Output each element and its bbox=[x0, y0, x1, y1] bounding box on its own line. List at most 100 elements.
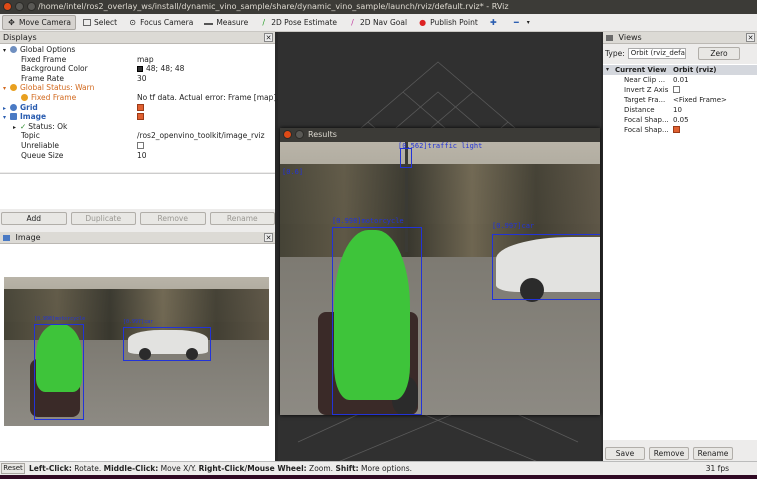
publish-point-tool[interactable]: ● Publish Point bbox=[414, 15, 482, 30]
view-prop-focal-shape-size[interactable]: Focal Shap... 0.05 bbox=[603, 115, 757, 125]
detection-box-car bbox=[492, 234, 600, 300]
select-tool[interactable]: Select bbox=[79, 15, 121, 30]
right-dock: Views ✕ Type: Orbit (rviz_defa Zero ▾ Cu… bbox=[603, 32, 757, 461]
tree-row-unreliable[interactable]: Unreliable bbox=[0, 141, 275, 151]
move-camera-tool[interactable]: ✥ Move Camera bbox=[2, 15, 76, 30]
current-view-row[interactable]: ▾ Current View Orbit (rviz) bbox=[603, 65, 757, 75]
view-prop-invert-z[interactable]: Invert Z Axis bbox=[603, 85, 757, 95]
nav-goal-tool[interactable]: / 2D Nav Goal bbox=[344, 15, 411, 30]
close-window-button[interactable] bbox=[283, 130, 292, 139]
ruler-icon bbox=[204, 20, 214, 25]
gear-icon bbox=[10, 46, 17, 53]
view-prop-distance[interactable]: Distance 10 bbox=[603, 105, 757, 115]
save-view-button[interactable]: Save bbox=[605, 447, 645, 460]
displays-buttons: Add Duplicate Remove Rename bbox=[0, 212, 275, 226]
unreliable-checkbox[interactable] bbox=[137, 142, 144, 149]
move-camera-icon: ✥ bbox=[8, 18, 15, 27]
focus-camera-icon: ⊙ bbox=[129, 18, 136, 27]
map-pin-icon: ● bbox=[419, 18, 427, 27]
minus-icon: ━ bbox=[513, 18, 519, 27]
tree-row-frame-rate[interactable]: Frame Rate 30 bbox=[0, 74, 275, 84]
close-window-button[interactable] bbox=[3, 2, 12, 11]
color-swatch[interactable] bbox=[137, 66, 143, 73]
close-icon[interactable]: ✕ bbox=[264, 233, 273, 242]
detection-box-motorcycle bbox=[332, 227, 422, 415]
measure-tool[interactable]: Measure bbox=[200, 15, 252, 30]
window-controls bbox=[283, 130, 304, 139]
rename-display-button[interactable]: Rename bbox=[209, 212, 275, 225]
maximize-window-button[interactable] bbox=[27, 2, 36, 11]
terminal-strip bbox=[0, 475, 757, 479]
detection-box-motorcycle bbox=[34, 324, 84, 420]
tree-row-fixed-frame-status[interactable]: Fixed Frame No tf data. Actual error: Fr… bbox=[0, 93, 283, 103]
tree-row-background-color[interactable]: Background Color 48; 48; 48 bbox=[0, 64, 275, 74]
image-enabled-checkbox[interactable] bbox=[137, 113, 144, 121]
displays-panel-title: Displays ✕ bbox=[0, 32, 275, 44]
tree-row-fixed-frame[interactable]: Fixed Frame map bbox=[0, 55, 275, 65]
invert-z-checkbox[interactable] bbox=[673, 86, 680, 93]
warning-icon bbox=[21, 94, 28, 101]
fps-readout: 31 fps bbox=[705, 464, 729, 473]
add-tool-button[interactable]: ✚ bbox=[485, 15, 505, 30]
tools-toolbar: ✥ Move Camera Select ⊙ Focus Camera Meas… bbox=[0, 14, 757, 32]
results-titlebar: Results bbox=[280, 128, 600, 142]
green-arrow-icon: / bbox=[262, 18, 266, 27]
focus-camera-tool[interactable]: ⊙ Focus Camera bbox=[124, 15, 197, 30]
select-icon bbox=[82, 19, 91, 26]
window-title: /home/intel/ros2_overlay_ws/install/dyna… bbox=[38, 2, 509, 11]
view-prop-target-frame[interactable]: Target Fra... <Fixed Frame> bbox=[603, 95, 757, 105]
camera-icon bbox=[606, 35, 613, 41]
add-display-button[interactable]: Add bbox=[1, 212, 67, 225]
rename-view-button[interactable]: Rename bbox=[693, 447, 733, 460]
view-prop-focal-shape-fixed[interactable]: Focal Shap... bbox=[603, 125, 757, 135]
tree-row-grid[interactable]: ▸ Grid bbox=[0, 103, 275, 113]
warning-icon bbox=[10, 84, 17, 92]
camera-frame-small: [0.998]motorcycle [0.997]car bbox=[4, 277, 269, 426]
remove-tool-button[interactable]: ━ ▾ bbox=[508, 15, 540, 30]
grid-enabled-checkbox[interactable] bbox=[137, 103, 144, 111]
tree-row-queue-size[interactable]: Queue Size 10 bbox=[0, 151, 275, 161]
window-controls bbox=[3, 2, 36, 11]
results-title: Results bbox=[308, 130, 337, 139]
minimize-window-button[interactable] bbox=[15, 2, 24, 11]
duplicate-display-button[interactable]: Duplicate bbox=[70, 212, 136, 225]
close-icon[interactable]: ✕ bbox=[746, 33, 755, 42]
chevron-down-icon: ▾ bbox=[526, 19, 530, 26]
status-bar: Reset Left-Click: Rotate. Middle-Click: … bbox=[0, 461, 757, 475]
plus-icon: ✚ bbox=[489, 18, 497, 27]
image-panel-title: Image ✕ bbox=[0, 232, 275, 244]
grid-icon bbox=[10, 103, 17, 111]
left-dock: Displays ✕ ▾ Global Options Fixed Frame m… bbox=[0, 32, 283, 461]
detection-label: [0.997]car bbox=[492, 222, 535, 230]
expand-arrow-icon[interactable]: ▾ bbox=[606, 65, 609, 75]
pose-estimate-tool[interactable]: / 2D Pose Estimate bbox=[255, 15, 341, 30]
zero-button[interactable]: Zero bbox=[698, 47, 740, 60]
image-view: [0.998]motorcycle [0.997]car bbox=[0, 244, 275, 461]
view-prop-near-clip[interactable]: Near Clip ... 0.01 bbox=[603, 75, 757, 85]
tree-row-global-status[interactable]: ▾ Global Status: Warn bbox=[0, 83, 275, 93]
pink-arrow-icon: / bbox=[351, 18, 354, 27]
results-window[interactable]: Results [0.998]motorcycle [0.997]car [0.… bbox=[280, 128, 600, 415]
detection-label: [0.997]car bbox=[123, 319, 154, 325]
remove-view-button[interactable]: Remove bbox=[649, 447, 689, 460]
view-type-row: Type: Orbit (rviz_defa bbox=[605, 48, 686, 59]
image-icon bbox=[3, 235, 10, 241]
detection-label: [0.562]traffic light bbox=[398, 142, 483, 150]
detection-label: [0.998]motorcycle bbox=[34, 316, 86, 322]
tree-row-image-status[interactable]: ▸ ✓ Status: Ok bbox=[0, 122, 275, 132]
tree-row-image[interactable]: ▾ Image bbox=[0, 112, 275, 122]
reset-button[interactable]: Reset bbox=[1, 463, 25, 474]
remove-display-button[interactable]: Remove bbox=[140, 212, 206, 225]
tree-row-topic[interactable]: Topic /ros2_openvino_toolkit/image_rviz bbox=[0, 131, 275, 141]
image-panel: Image ✕ [0.998]motorcycle [0.997]car bbox=[0, 232, 275, 461]
detection-box-traffic-light bbox=[400, 148, 412, 168]
focal-shape-checkbox[interactable] bbox=[673, 126, 680, 133]
minimize-window-button[interactable] bbox=[295, 130, 304, 139]
window-titlebar: /home/intel/ros2_overlay_ws/install/dyna… bbox=[0, 0, 757, 14]
camera-frame-large: [0.998]motorcycle [0.997]car [0.562]traf… bbox=[280, 142, 600, 415]
checkmark-icon: ✓ bbox=[20, 121, 27, 131]
tree-row-global-options[interactable]: ▾ Global Options bbox=[0, 45, 275, 55]
property-description bbox=[0, 173, 275, 209]
close-icon[interactable]: ✕ bbox=[264, 33, 273, 42]
view-type-select[interactable]: Orbit (rviz_defa bbox=[627, 48, 686, 59]
